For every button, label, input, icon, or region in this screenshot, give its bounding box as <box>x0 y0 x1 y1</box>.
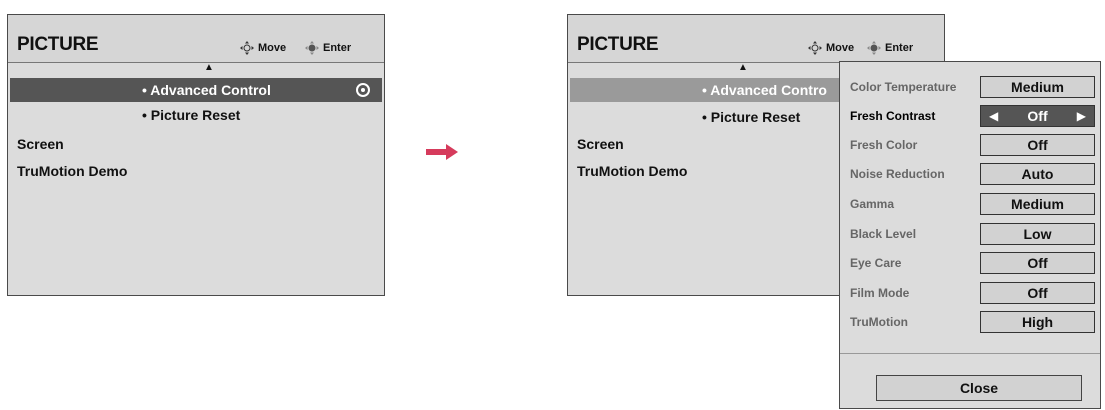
option-value-fresh-color[interactable]: Off <box>980 134 1095 156</box>
close-button[interactable]: Close <box>876 375 1082 401</box>
option-value-fresh-contrast[interactable]: ◀ Off ▶ <box>980 105 1095 127</box>
scroll-up-arrow-icon[interactable]: ▲ <box>738 63 748 73</box>
option-label-noise-reduction: Noise Reduction <box>850 167 945 181</box>
option-label-fresh-contrast: Fresh Contrast <box>850 109 936 123</box>
menu-header: PICTURE Move Enter <box>8 15 384 62</box>
nav-enter-label: Enter <box>885 42 914 54</box>
picture-menu-panel: PICTURE Move Enter ▲ • Advanced Control … <box>7 14 385 296</box>
option-label-fresh-color: Fresh Color <box>850 138 918 152</box>
chevron-left-icon[interactable]: ◀ <box>989 106 998 126</box>
move-dpad-icon <box>808 41 822 55</box>
menu-header: PICTURE Move Enter <box>568 15 944 62</box>
option-label-film-mode: Film Mode <box>850 286 910 300</box>
menu-item-picture-reset[interactable]: • Picture Reset <box>142 103 240 127</box>
nav-enter-hint: Enter <box>867 41 913 55</box>
move-dpad-icon <box>240 41 254 55</box>
nav-move-hint: Move <box>240 41 286 55</box>
option-value-film-mode[interactable]: Off <box>980 282 1095 304</box>
menu-item-screen[interactable]: Screen <box>577 132 624 156</box>
chevron-right-icon[interactable]: ▶ <box>1077 106 1086 126</box>
option-value-noise-reduction[interactable]: Auto <box>980 163 1095 185</box>
nav-move-hint: Move <box>808 41 854 55</box>
option-label-eye-care: Eye Care <box>850 256 902 270</box>
nav-move-label: Move <box>826 42 855 54</box>
option-value-gamma[interactable]: Medium <box>980 193 1095 215</box>
menu-item-trumotion-demo[interactable]: TruMotion Demo <box>577 159 687 183</box>
menu-title: PICTURE <box>17 34 99 55</box>
nav-enter-hint: Enter <box>305 41 351 55</box>
menu-item-screen[interactable]: Screen <box>17 132 64 156</box>
menu-item-picture-reset[interactable]: • Picture Reset <box>702 105 800 129</box>
nav-enter-label: Enter <box>323 42 352 54</box>
advanced-control-popup: Color Temperature Medium Fresh Contrast … <box>839 61 1101 409</box>
menu-item-advanced-control[interactable]: • Advanced Control <box>10 78 382 102</box>
option-label-gamma: Gamma <box>850 197 895 211</box>
nav-move-label: Move <box>258 42 287 54</box>
enter-button-icon <box>305 41 319 55</box>
transition-arrow-icon <box>426 144 458 160</box>
option-label-trumotion: TruMotion <box>850 315 908 329</box>
option-value-color-temperature[interactable]: Medium <box>980 76 1095 98</box>
option-label-black-level: Black Level <box>850 227 917 241</box>
header-divider <box>8 62 384 63</box>
option-value-black-level[interactable]: Low <box>980 223 1095 245</box>
menu-item-label: • Advanced Contro <box>702 82 827 98</box>
option-value-trumotion[interactable]: High <box>980 311 1095 333</box>
enter-button-icon <box>867 41 881 55</box>
option-value-text: Off <box>1027 108 1048 124</box>
menu-item-label: • Advanced Control <box>142 82 271 98</box>
option-value-eye-care[interactable]: Off <box>980 252 1095 274</box>
enter-target-icon <box>356 83 370 97</box>
popup-divider <box>840 353 1100 354</box>
option-label-color-temperature: Color Temperature <box>850 80 957 94</box>
menu-title: PICTURE <box>577 34 659 55</box>
menu-item-trumotion-demo[interactable]: TruMotion Demo <box>17 159 127 183</box>
scroll-up-arrow-icon[interactable]: ▲ <box>204 63 214 73</box>
